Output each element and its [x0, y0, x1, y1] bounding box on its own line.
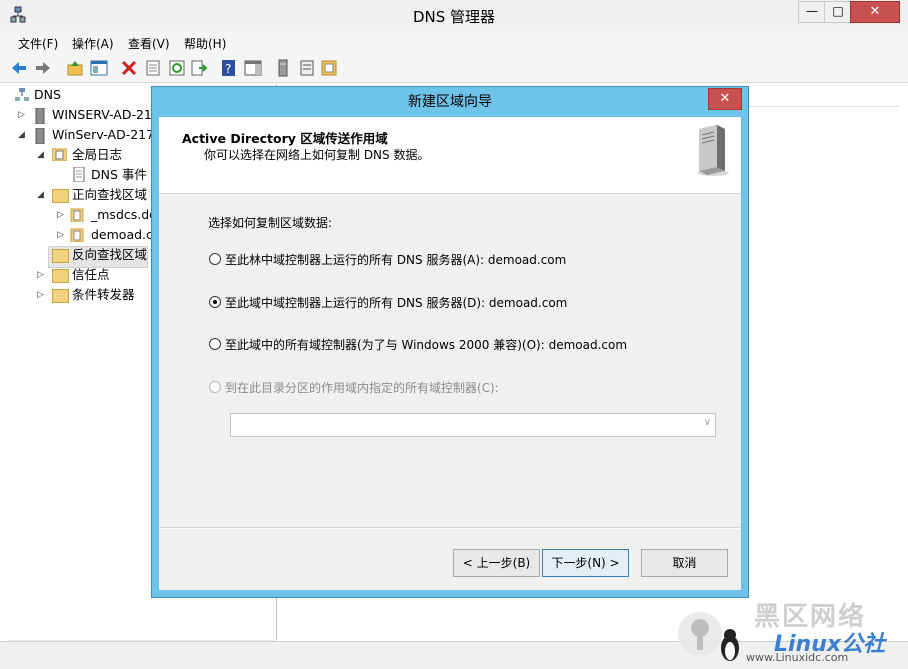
delete-icon[interactable]: [120, 59, 138, 77]
help-icon[interactable]: ?: [220, 59, 238, 77]
footer-divider: [159, 527, 741, 529]
minimize-button[interactable]: —: [798, 1, 826, 23]
collapse-arrow-icon[interactable]: ◢: [37, 190, 44, 200]
zone-file-icon: [70, 228, 84, 242]
menu-help[interactable]: 帮助(H): [184, 35, 226, 52]
option-win2000-label: 至此域中的所有域控制器(为了与 Windows 2000 兼容)(O): dem…: [225, 338, 628, 352]
collapse-arrow-icon[interactable]: ◢: [37, 150, 44, 160]
tree-item-conditional-forwarders[interactable]: 条件转发器: [72, 285, 135, 305]
radio-partition-disabled: [209, 381, 221, 393]
records-icon[interactable]: [298, 59, 316, 77]
event-log-icon: [73, 167, 85, 182]
back-arrow-icon[interactable]: [10, 59, 28, 77]
export-list-icon[interactable]: [190, 59, 208, 77]
log-folder-icon: [52, 148, 67, 161]
svg-text:?: ?: [225, 62, 231, 76]
expand-arrow-icon[interactable]: ▷: [57, 230, 64, 240]
window-title: DNS 管理器: [412, 8, 496, 26]
replication-prompt: 选择如何复制区域数据:: [208, 216, 333, 230]
refresh-icon[interactable]: [168, 59, 186, 77]
tree-item-trust-points[interactable]: 信任点: [72, 265, 110, 285]
zone-icon[interactable]: [320, 59, 338, 77]
dialog-title: 新建区域向导: [408, 94, 492, 110]
watermark-logo: 黑区网络 Linux公社 www.Linuxidc.com: [676, 598, 908, 668]
expand-arrow-icon[interactable]: ▷: [18, 110, 25, 120]
expand-arrow-icon[interactable]: ▷: [57, 210, 64, 220]
tree-item-demoad[interactable]: demoad.c: [91, 225, 153, 245]
tree-item-reverse-zones[interactable]: 反向查找区域: [72, 245, 147, 265]
dns-root-icon: [15, 88, 29, 101]
tree-item-dns-events[interactable]: DNS 事件: [91, 165, 147, 185]
show-hide-tree-icon[interactable]: [90, 59, 108, 77]
menu-view[interactable]: 查看(V): [128, 35, 170, 52]
collapse-arrow-icon[interactable]: ◢: [18, 130, 25, 140]
tree-item-server2[interactable]: WinServ-AD-217.: [52, 125, 158, 145]
radio-domain-selected[interactable]: [209, 296, 221, 308]
server-icon[interactable]: [274, 59, 292, 77]
partition-combobox: ∨: [230, 413, 716, 437]
folder-icon: [52, 269, 69, 283]
menu-action[interactable]: 操作(A): [72, 35, 114, 52]
folder-icon: [52, 249, 69, 263]
expand-arrow-icon[interactable]: ▷: [37, 270, 44, 280]
back-button[interactable]: < 上一步(B): [453, 549, 540, 577]
option-forest-label: 至此林中域控制器上运行的所有 DNS 服务器(A): demoad.com: [225, 253, 567, 267]
folder-icon: [52, 189, 69, 203]
radio-win2000[interactable]: [209, 338, 221, 350]
next-button[interactable]: 下一步(N) >: [542, 549, 629, 577]
dialog-close-button[interactable]: ✕: [708, 88, 742, 110]
watermark-line3: www.Linuxidc.com: [746, 651, 849, 664]
wizard-page-title: Active Directory 区域传送作用域: [182, 131, 388, 146]
tree-left-gutter: [0, 84, 8, 640]
cancel-button[interactable]: 取消: [641, 549, 728, 577]
action-pane-icon[interactable]: [244, 59, 262, 77]
radio-forest[interactable]: [209, 253, 221, 265]
option-partition-label: 到在此目录分区的作用域内指定的所有域控制器(C):: [225, 381, 499, 395]
new-zone-wizard-dialog: 新建区域向导 ✕ Active Directory 区域传送作用域 你可以选择在…: [151, 86, 749, 598]
properties-icon[interactable]: [144, 59, 162, 77]
tree-item-dns[interactable]: DNS: [34, 85, 61, 105]
tree-item-server1[interactable]: WINSERV-AD-217: [52, 105, 160, 125]
wizard-page-subtitle: 你可以选择在网络上如何复制 DNS 数据。: [204, 148, 430, 162]
option-domain-label: 至此域中域控制器上运行的所有 DNS 服务器(D): demoad.com: [225, 296, 568, 310]
zone-file-icon: [70, 208, 84, 222]
tree-item-global-logs[interactable]: 全局日志: [72, 145, 122, 165]
expand-arrow-icon[interactable]: ▷: [37, 290, 44, 300]
maximize-button[interactable]: □: [824, 1, 852, 23]
forward-arrow-icon[interactable]: [34, 59, 52, 77]
tree-item-forward-zones[interactable]: 正向查找区域: [72, 185, 147, 205]
close-button[interactable]: ✕: [850, 1, 900, 23]
folder-icon: [52, 289, 69, 303]
penguin-logo-icon: [678, 612, 739, 661]
menu-file[interactable]: 文件(F): [18, 35, 58, 52]
dialog-body: Active Directory 区域传送作用域 你可以选择在网络上如何复制 D…: [159, 117, 741, 590]
wizard-header: Active Directory 区域传送作用域 你可以选择在网络上如何复制 D…: [159, 117, 741, 194]
chevron-down-icon: ∨: [703, 417, 711, 428]
server-icon: [35, 128, 45, 144]
tree-item-msdcs[interactable]: _msdcs.de: [91, 205, 157, 225]
server-tower-icon: [697, 125, 729, 176]
server-icon: [35, 108, 45, 124]
up-folder-icon[interactable]: [66, 59, 84, 77]
